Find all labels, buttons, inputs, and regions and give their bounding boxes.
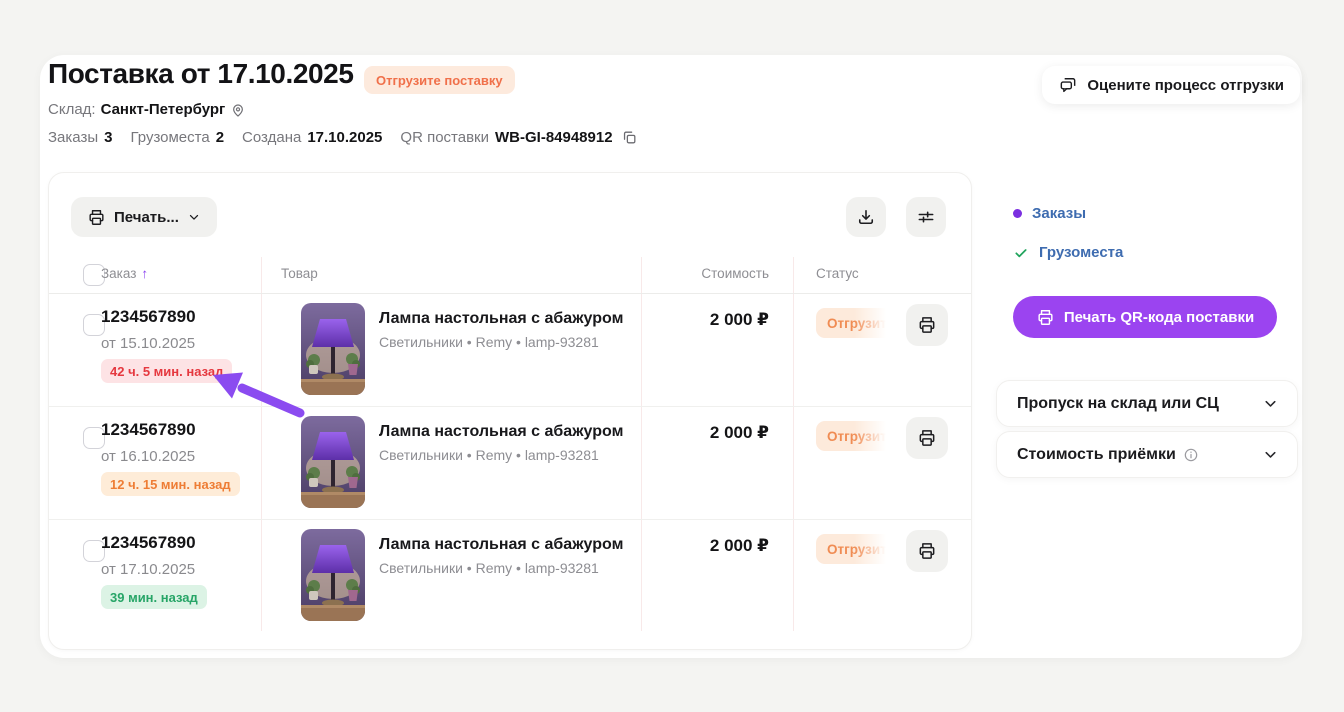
printer-icon — [1036, 308, 1055, 327]
print-dropdown-button[interactable]: Печать... — [71, 197, 217, 237]
cargo-link-label: Грузоместа — [1039, 244, 1123, 261]
accordion-warehouse-pass[interactable]: Пропуск на склад или СЦ — [996, 380, 1298, 427]
info-icon — [1183, 447, 1199, 463]
warehouse-value: Санкт-Петербург — [101, 101, 226, 118]
row-divider — [49, 406, 972, 407]
qr-value: WB-GI-84948912 — [495, 129, 613, 146]
column-header-price: Стоимость — [641, 266, 769, 281]
time-ago-badge: 12 ч. 15 мин. назад — [101, 472, 240, 496]
accordion-acceptance-cost[interactable]: Стоимость приёмки — [996, 431, 1298, 478]
chevron-down-icon — [187, 210, 201, 224]
printer-icon — [917, 541, 937, 561]
sidebar-link-orders[interactable]: Заказы — [1013, 205, 1086, 222]
download-button[interactable] — [846, 197, 886, 237]
printer-icon — [917, 315, 937, 335]
chevron-down-icon — [1262, 395, 1279, 412]
column-header-order[interactable]: Заказ ↑ — [101, 266, 148, 281]
order-date: от 16.10.2025 — [101, 448, 195, 465]
created-value: 17.10.2025 — [307, 129, 382, 146]
order-number: 1234567890 — [101, 307, 196, 327]
column-header-status: Статус — [816, 266, 859, 281]
check-icon — [1013, 245, 1029, 261]
row-print-button[interactable] — [906, 417, 948, 459]
qr-label: QR поставки — [400, 129, 489, 146]
product-subtitle: Светильники • Remy • lamp-93281 — [379, 560, 599, 576]
warehouse-label: Склад: — [48, 101, 96, 118]
order-price: 2 000 ₽ — [641, 536, 769, 556]
product-image — [301, 529, 365, 621]
product-title: Лампа настольная с абажуром — [379, 536, 623, 554]
column-header-product: Товар — [281, 266, 318, 281]
order-header-label: Заказ — [101, 266, 136, 281]
warehouse-row: Склад: Санкт-Петербург — [48, 101, 246, 118]
order-number: 1234567890 — [101, 420, 196, 440]
location-pin-icon — [230, 102, 246, 118]
orders-table-card: Печать... Заказ ↑ Товар Стоимость Статус… — [48, 172, 972, 650]
table-row: 1234567890 от 16.10.2025 12 ч. 15 мин. н… — [49, 407, 972, 520]
product-subtitle: Светильники • Remy • lamp-93281 — [379, 447, 599, 463]
product-title: Лампа настольная с абажуром — [379, 310, 623, 328]
cargo-count-label: Грузоместа — [130, 129, 209, 146]
purple-dot-icon — [1013, 209, 1022, 218]
page-title: Поставка от 17.10.2025 — [48, 58, 354, 90]
supply-status-badge: Отгрузите поставку — [364, 66, 515, 94]
row-divider — [49, 519, 972, 520]
print-dropdown-label: Печать... — [114, 209, 179, 226]
product-subtitle: Светильники • Remy • lamp-93281 — [379, 334, 599, 350]
row-print-button[interactable] — [906, 530, 948, 572]
order-date: от 17.10.2025 — [101, 561, 195, 578]
product-image — [301, 303, 365, 395]
print-qr-label: Печать QR-кода поставки — [1064, 309, 1254, 326]
table-row: 1234567890 от 17.10.2025 39 мин. назад Л… — [49, 520, 972, 633]
order-price: 2 000 ₽ — [641, 310, 769, 330]
accordion-label: Стоимость приёмки — [1017, 446, 1176, 464]
chevron-down-icon — [1262, 446, 1279, 463]
copy-icon[interactable] — [621, 129, 638, 146]
accordion-label: Пропуск на склад или СЦ — [1017, 395, 1219, 413]
table-row: 1234567890 от 15.10.2025 42 ч. 5 мин. на… — [49, 294, 972, 407]
sidebar-link-cargo[interactable]: Грузоместа — [1013, 244, 1123, 261]
rate-shipping-label: Оцените процесс отгрузки — [1087, 77, 1284, 94]
feedback-chat-icon — [1058, 75, 1078, 95]
product-title: Лампа настольная с абажуром — [379, 423, 623, 441]
time-ago-badge: 42 ч. 5 мин. назад — [101, 359, 232, 383]
row-print-button[interactable] — [906, 304, 948, 346]
supply-meta-row: Заказы 3 Грузоместа 2 Создана 17.10.2025 QR… — [48, 129, 638, 146]
printer-icon — [87, 208, 106, 227]
sliders-icon — [916, 207, 936, 227]
download-icon — [856, 207, 876, 227]
time-ago-badge: 39 мин. назад — [101, 585, 207, 609]
table-header-row: Заказ ↑ Товар Стоимость Статус — [49, 256, 972, 293]
print-qr-button[interactable]: Печать QR-кода поставки — [1013, 296, 1277, 338]
order-price: 2 000 ₽ — [641, 423, 769, 443]
printer-icon — [917, 428, 937, 448]
order-number: 1234567890 — [101, 533, 196, 553]
orders-link-label: Заказы — [1032, 205, 1086, 222]
cargo-count-value: 2 — [216, 129, 224, 146]
created-label: Создана — [242, 129, 301, 146]
product-image — [301, 416, 365, 508]
order-date: от 15.10.2025 — [101, 335, 195, 352]
orders-count-label: Заказы — [48, 129, 98, 146]
orders-count-value: 3 — [104, 129, 112, 146]
rate-shipping-button[interactable]: Оцените процесс отгрузки — [1042, 66, 1300, 104]
table-settings-button[interactable] — [906, 197, 946, 237]
sort-asc-icon: ↑ — [141, 266, 148, 281]
